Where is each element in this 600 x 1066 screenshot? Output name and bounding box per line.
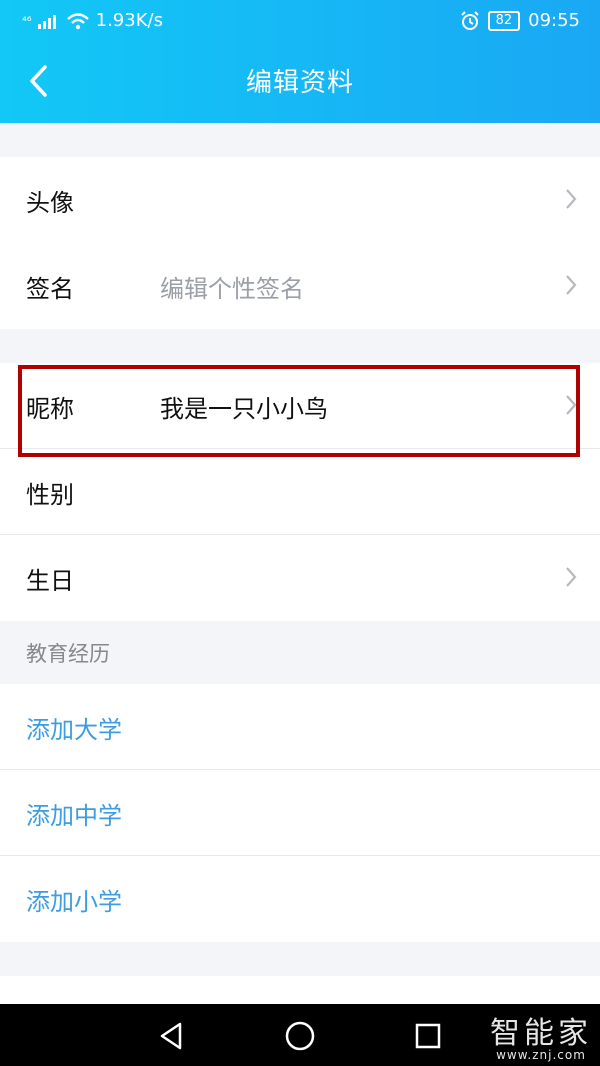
basic-section: 头像 签名 编辑个性签名	[0, 157, 600, 329]
net-speed: 1.93K/s	[95, 10, 163, 31]
signal-label: ⁴⁶	[22, 13, 32, 28]
alarm-icon	[460, 10, 479, 30]
watermark-url: www.znj.com	[496, 1048, 586, 1062]
row-avatar[interactable]: 头像	[0, 157, 600, 243]
row-label: 生日	[26, 566, 74, 595]
bottom-section	[0, 976, 600, 1004]
watermark: 智能家 www.znj.com	[490, 1008, 592, 1062]
education-section: 添加大学 添加中学 添加小学	[0, 684, 600, 942]
add-primary-school-label: 添加小学	[26, 887, 122, 916]
add-middle-school-label: 添加中学	[26, 801, 122, 830]
row-gender[interactable]: 性别	[0, 449, 600, 535]
row-label: 签名	[26, 274, 74, 303]
add-university-label: 添加大学	[26, 715, 122, 744]
status-bar: ⁴⁶ 1.93K/s 82 09:55	[0, 0, 600, 40]
battery-indicator: 82	[487, 10, 521, 31]
page-title: 编辑资料	[245, 68, 354, 98]
navigation-bar: 智能家 www.znj.com	[0, 1004, 600, 1066]
chevron-right-icon	[566, 189, 577, 209]
recent-square-icon[interactable]	[412, 1020, 444, 1052]
add-middle-school-button[interactable]: 添加中学	[0, 770, 600, 856]
home-circle-icon[interactable]	[284, 1020, 316, 1052]
row-signature[interactable]: 签名 编辑个性签名	[0, 243, 600, 329]
row-label: 性别	[26, 480, 74, 509]
signature-placeholder: 编辑个性签名	[160, 274, 304, 303]
education-title: 教育经历	[26, 642, 110, 666]
nickname-highlight-box	[18, 365, 580, 457]
status-right: 82 09:55	[460, 10, 580, 31]
row-birthday[interactable]: 生日	[0, 535, 600, 621]
title-bar: 编辑资料	[0, 40, 600, 123]
wifi-icon	[66, 12, 89, 29]
chevron-right-icon	[566, 567, 577, 587]
add-university-button[interactable]: 添加大学	[0, 684, 600, 770]
chevron-right-icon	[566, 275, 577, 295]
status-left: ⁴⁶ 1.93K/s	[22, 10, 163, 31]
status-time: 09:55	[528, 10, 580, 31]
add-primary-school-button[interactable]: 添加小学	[0, 856, 600, 942]
watermark-logo: 智能家	[490, 1016, 592, 1051]
header: ⁴⁶ 1.93K/s 82 09:55 编辑资料	[0, 0, 600, 123]
back-triangle-icon[interactable]	[156, 1020, 188, 1052]
signal-icon	[37, 14, 56, 29]
row-label: 头像	[26, 188, 74, 217]
